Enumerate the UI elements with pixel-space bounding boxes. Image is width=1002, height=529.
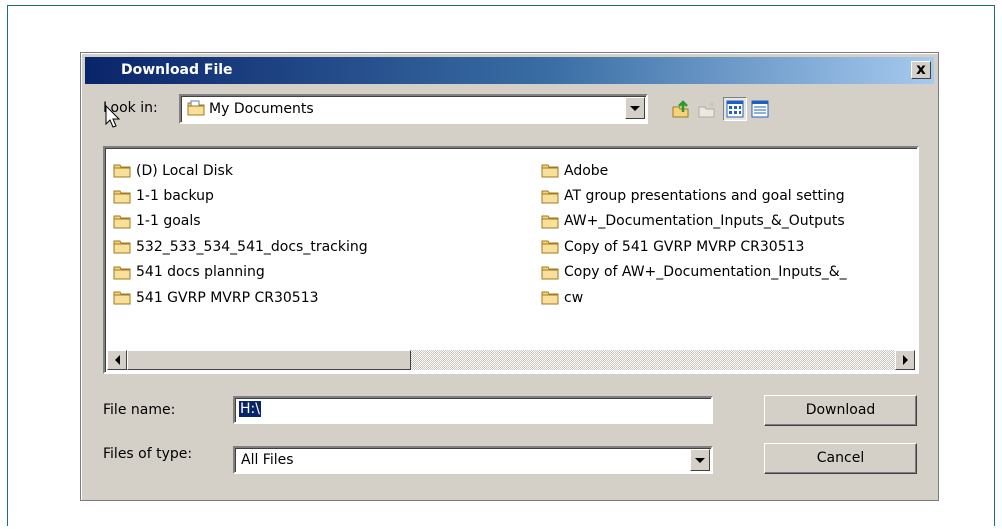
list-item[interactable]: cw (541, 285, 847, 310)
list-item[interactable]: 1-1 backup (113, 183, 368, 208)
mouse-cursor-icon (105, 105, 121, 128)
download-file-dialog: Download File x Look in: My Documents (D… (80, 52, 939, 501)
list-item-label: Copy of 541 GVRP MVRP CR30513 (564, 238, 805, 255)
files-of-type-dropdown[interactable]: All Files (233, 446, 713, 474)
list-item[interactable]: AT group presentations and goal setting (541, 183, 847, 208)
file-list[interactable]: (D) Local Disk 1-1 backup 1-1 goals 532_… (103, 146, 919, 374)
create-new-folder-icon (698, 101, 715, 118)
files-of-type-value: All Files (241, 452, 294, 468)
list-item-label: 541 GVRP MVRP CR30513 (136, 289, 319, 306)
folder-icon (113, 215, 131, 229)
file-name-label: File name: (103, 402, 176, 418)
file-name-value: H:\ (239, 401, 261, 417)
download-button[interactable]: Download (764, 395, 917, 426)
close-button[interactable]: x (911, 61, 931, 79)
file-column-left: (D) Local Disk 1-1 backup 1-1 goals 532_… (113, 158, 368, 310)
folder-icon (541, 240, 559, 254)
list-view-button[interactable] (723, 97, 747, 121)
create-new-folder-button[interactable] (695, 97, 719, 121)
look-in-dropdown[interactable]: My Documents (179, 94, 648, 124)
file-name-input[interactable]: H:\ (233, 396, 713, 424)
details-view-button[interactable] (748, 97, 772, 121)
list-item[interactable]: Copy of AW+_Documentation_Inputs_&_ (541, 260, 847, 285)
folder-icon (113, 291, 131, 305)
chevron-down-icon (695, 457, 705, 463)
title-bar[interactable]: Download File x (85, 57, 934, 84)
chevron-down-icon (630, 105, 640, 111)
list-view-icon (726, 100, 744, 118)
list-item-label: Copy of AW+_Documentation_Inputs_&_ (564, 264, 847, 281)
list-item-label: 1-1 goals (136, 213, 201, 230)
list-item-label: AT group presentations and goal setting (564, 188, 845, 205)
folder-icon (541, 291, 559, 305)
look-in-value: My Documents (209, 101, 314, 117)
list-item[interactable]: 541 GVRP MVRP CR30513 (113, 285, 368, 310)
dialog-title: Download File (121, 62, 233, 78)
folder-icon (541, 190, 559, 204)
look-in-dropdown-button[interactable] (625, 97, 645, 119)
arrow-left-icon (114, 355, 120, 365)
horizontal-scrollbar[interactable] (107, 350, 915, 370)
scroll-left-button[interactable] (107, 350, 127, 370)
list-item[interactable]: AW+_Documentation_Inputs_&_Outputs (541, 209, 847, 234)
list-item[interactable]: Copy of 541 GVRP MVRP CR30513 (541, 234, 847, 259)
arrow-right-icon (902, 355, 908, 365)
files-of-type-dropdown-button[interactable] (690, 449, 710, 471)
list-item-label: 1-1 backup (136, 188, 214, 205)
scroll-right-button[interactable] (895, 350, 915, 370)
list-item[interactable]: (D) Local Disk (113, 158, 368, 183)
list-item-label: AW+_Documentation_Inputs_&_Outputs (564, 213, 845, 230)
folder-icon (541, 215, 559, 229)
list-item-label: 532_533_534_541_docs_tracking (136, 238, 368, 255)
list-item[interactable]: 532_533_534_541_docs_tracking (113, 234, 368, 259)
folder-icon (113, 240, 131, 254)
folder-icon (113, 190, 131, 204)
file-column-right: Adobe AT group presentations and goal se… (541, 158, 847, 310)
cancel-button[interactable]: Cancel (764, 443, 917, 474)
list-item-label: (D) Local Disk (136, 162, 233, 179)
close-icon: x (916, 60, 926, 78)
up-one-level-button[interactable] (669, 97, 693, 121)
folder-icon (113, 266, 131, 280)
list-item[interactable]: Adobe (541, 158, 847, 183)
list-item-label: 541 docs planning (136, 264, 265, 281)
up-one-level-icon (672, 100, 689, 118)
details-view-icon (751, 100, 769, 118)
list-item[interactable]: 1-1 goals (113, 209, 368, 234)
list-item-label: Adobe (564, 162, 609, 179)
list-item[interactable]: 541 docs planning (113, 260, 368, 285)
list-item-label: cw (564, 289, 584, 306)
folder-icon (541, 164, 559, 178)
folder-icon (541, 266, 559, 280)
files-of-type-label: Files of type: (103, 446, 193, 462)
scrollbar-thumb[interactable] (127, 350, 411, 370)
folder-icon (113, 164, 131, 178)
my-documents-folder-icon (187, 100, 205, 120)
